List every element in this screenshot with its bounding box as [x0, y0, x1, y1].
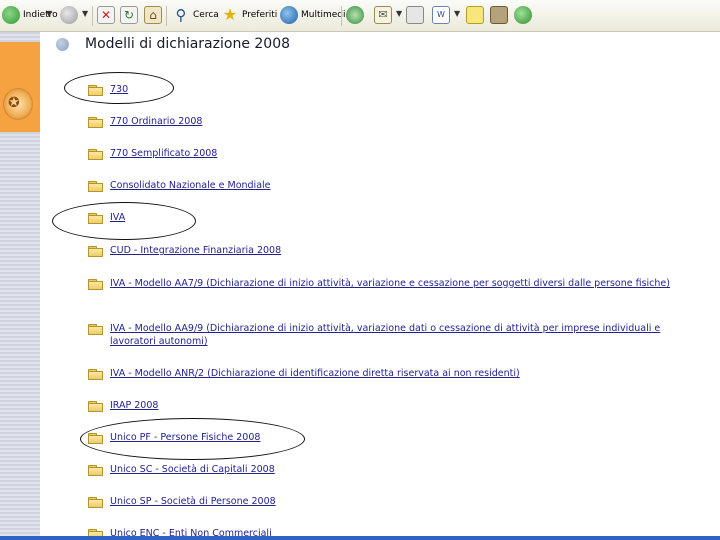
- research-button[interactable]: [490, 5, 508, 25]
- back-arrow-icon: [2, 6, 20, 24]
- multimedia-label: Multimedia: [301, 10, 352, 20]
- list-item[interactable]: Consolidato Nazionale e Mondiale: [88, 179, 685, 192]
- emblem-logo: ✪: [3, 88, 33, 120]
- print-icon: [406, 6, 424, 24]
- list-item[interactable]: IVA: [88, 211, 685, 224]
- home-icon: ⌂: [144, 6, 162, 24]
- back-dropdown-icon[interactable]: ▼: [46, 9, 52, 18]
- search-label: Cerca: [193, 10, 219, 20]
- list-item-link[interactable]: IVA - Modello AA9/9 (Dichiarazione di in…: [110, 322, 685, 348]
- messenger-button[interactable]: [514, 5, 532, 25]
- folder-icon: [88, 213, 103, 224]
- forward-dropdown-icon[interactable]: ▼: [82, 9, 88, 18]
- history-button[interactable]: [346, 5, 364, 25]
- folder-icon: [88, 181, 103, 192]
- search-icon: ⚲: [175, 6, 187, 24]
- folder-icon: [88, 279, 103, 290]
- list-item[interactable]: IVA - Modello AA7/9 (Dichiarazione di in…: [88, 277, 685, 290]
- list-item-link[interactable]: IVA - Modello AA7/9 (Dichiarazione di in…: [110, 277, 685, 290]
- list-item-link[interactable]: 730: [110, 83, 685, 96]
- favorites-label: Preferiti: [242, 10, 278, 20]
- list-item[interactable]: 770 Semplificato 2008: [88, 147, 685, 160]
- list-item[interactable]: IRAP 2008: [88, 399, 685, 412]
- list-item[interactable]: 770 Ordinario 2008: [88, 115, 685, 128]
- folder-icon: [88, 401, 103, 412]
- folder-icon: [88, 149, 103, 160]
- list-item-link[interactable]: CUD - Integrazione Finanziaria 2008: [110, 244, 685, 257]
- discuss-button[interactable]: [466, 5, 484, 25]
- title-bullet-icon: [56, 38, 69, 51]
- media-icon: [280, 6, 298, 24]
- folder-icon: [88, 465, 103, 476]
- history-icon: [346, 6, 364, 24]
- list-item[interactable]: IVA - Modello ANR/2 (Dichiarazione di id…: [88, 367, 685, 380]
- folder-icon: [88, 369, 103, 380]
- forward-arrow-icon: [60, 6, 78, 24]
- list-item-link[interactable]: Unico SP - Società di Persone 2008: [110, 495, 685, 508]
- home-button[interactable]: ⌂: [144, 5, 162, 25]
- forward-button[interactable]: [60, 5, 78, 25]
- research-icon: [490, 6, 508, 24]
- word-edit-icon: W: [432, 6, 450, 24]
- folder-icon: [88, 85, 103, 96]
- folder-icon: [88, 117, 103, 128]
- list-item-link[interactable]: IRAP 2008: [110, 399, 685, 412]
- list-item[interactable]: CUD - Integrazione Finanziaria 2008: [88, 244, 685, 257]
- favorites-button[interactable]: ★ Preferiti: [221, 5, 277, 25]
- refresh-icon: ↻: [120, 6, 138, 24]
- list-item[interactable]: Unico SP - Società di Persone 2008: [88, 495, 685, 508]
- edit-button[interactable]: W: [432, 5, 450, 25]
- refresh-button[interactable]: ↻: [120, 5, 138, 25]
- back-label: Indietro: [23, 10, 58, 20]
- list-item[interactable]: 730: [88, 83, 685, 96]
- mail-dropdown-icon[interactable]: ▼: [396, 9, 402, 18]
- list-item[interactable]: Unico PF - Persone Fisiche 2008: [88, 431, 685, 444]
- list-item[interactable]: Unico SC - Società di Capitali 2008: [88, 463, 685, 476]
- star-icon: ★: [222, 5, 238, 24]
- search-button[interactable]: ⚲ Cerca: [172, 5, 219, 25]
- list-item[interactable]: IVA - Modello AA9/9 (Dichiarazione di in…: [88, 322, 685, 348]
- taskbar-strip: [0, 536, 720, 540]
- note-icon: [466, 6, 484, 24]
- page-title: Modelli di dichiarazione 2008: [85, 36, 291, 52]
- stop-icon: ✕: [97, 6, 115, 24]
- folder-icon: [88, 324, 103, 335]
- folder-icon: [88, 497, 103, 508]
- list-item-link[interactable]: Unico PF - Persone Fisiche 2008: [110, 431, 685, 444]
- mail-icon: ✉: [374, 6, 392, 24]
- folder-icon: [88, 246, 103, 257]
- list-item-link[interactable]: 770 Ordinario 2008: [110, 115, 685, 128]
- messenger-icon: [514, 6, 532, 24]
- list-item-link[interactable]: Consolidato Nazionale e Mondiale: [110, 179, 685, 192]
- browser-toolbar: Indietro ▼ ▼ ✕ ↻ ⌂ ⚲ Cerca ★ Preferiti M…: [0, 0, 720, 32]
- mail-button[interactable]: ✉: [374, 5, 392, 25]
- list-item-link[interactable]: IVA: [110, 211, 685, 224]
- folder-icon: [88, 433, 103, 444]
- list-item-link[interactable]: IVA - Modello ANR/2 (Dichiarazione di id…: [110, 367, 685, 380]
- list-item-link[interactable]: 770 Semplificato 2008: [110, 147, 685, 160]
- list-item-link[interactable]: Unico SC - Società di Capitali 2008: [110, 463, 685, 476]
- stop-button[interactable]: ✕: [97, 5, 115, 25]
- edit-dropdown-icon[interactable]: ▼: [454, 9, 460, 18]
- print-button[interactable]: [406, 5, 424, 25]
